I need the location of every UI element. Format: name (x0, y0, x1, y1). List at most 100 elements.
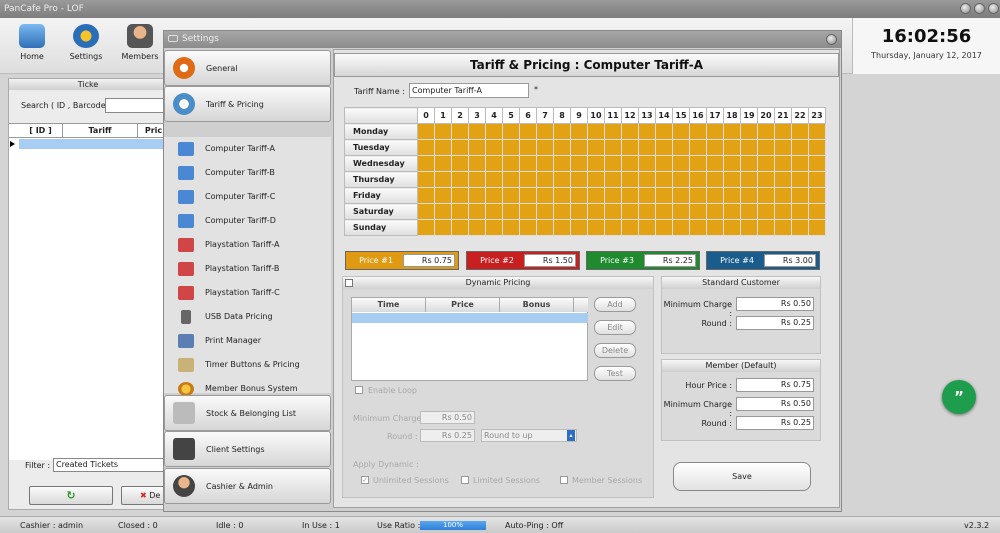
hour-header[interactable]: 9 (570, 107, 588, 124)
schedule-cell[interactable] (451, 203, 469, 220)
schedule-cell[interactable] (808, 171, 826, 188)
price-3-input[interactable]: Rs 2.25 (644, 254, 696, 267)
schedule-cell[interactable] (655, 187, 673, 204)
schedule-cell[interactable] (774, 171, 792, 188)
schedule-cell[interactable] (519, 123, 537, 140)
member-round-input[interactable]: Rs 0.25 (736, 416, 814, 430)
hour-header[interactable]: 2 (451, 107, 469, 124)
minimize-button[interactable] (960, 3, 971, 14)
schedule-cell[interactable] (434, 203, 452, 220)
close-button[interactable] (988, 3, 999, 14)
schedule-cell[interactable] (468, 139, 486, 156)
schedule-cell[interactable] (689, 187, 707, 204)
schedule-cell[interactable] (434, 171, 452, 188)
schedule-cell[interactable] (672, 219, 690, 236)
schedule-cell[interactable] (468, 155, 486, 172)
schedule-cell[interactable] (502, 219, 520, 236)
schedule-cell[interactable] (451, 123, 469, 140)
schedule-cell[interactable] (570, 219, 588, 236)
schedule-cell[interactable] (808, 187, 826, 204)
schedule-cell[interactable] (451, 139, 469, 156)
schedule-cell[interactable] (417, 123, 435, 140)
schedule-cell[interactable] (621, 187, 639, 204)
schedule-cell[interactable] (417, 155, 435, 172)
hour-header[interactable]: 12 (621, 107, 639, 124)
schedule-cell[interactable] (451, 219, 469, 236)
schedule-cell[interactable] (638, 139, 656, 156)
delete-ticket-button[interactable]: ✖ De (121, 486, 169, 505)
schedule-cell[interactable] (757, 219, 775, 236)
schedule-cell[interactable] (485, 171, 503, 188)
schedule-cell[interactable] (570, 155, 588, 172)
schedule-cell[interactable] (723, 155, 741, 172)
price-2-box[interactable]: Price #2 Rs 1.50 (466, 251, 580, 270)
schedule-cell[interactable] (570, 123, 588, 140)
tickets-table[interactable] (9, 138, 169, 460)
hour-header[interactable]: 8 (553, 107, 571, 124)
schedule-cell[interactable] (791, 203, 809, 220)
schedule-cell[interactable] (621, 171, 639, 188)
schedule-cell[interactable] (468, 123, 486, 140)
column-tariff[interactable]: Tariff (63, 124, 138, 138)
day-label[interactable]: Sunday (344, 219, 418, 236)
schedule-cell[interactable] (553, 139, 571, 156)
hour-header[interactable]: 17 (706, 107, 724, 124)
schedule-cell[interactable] (723, 203, 741, 220)
hour-header[interactable]: 10 (587, 107, 605, 124)
schedule-cell[interactable] (536, 203, 554, 220)
schedule-cell[interactable] (621, 155, 639, 172)
filter-select[interactable]: Created Tickets (53, 458, 169, 472)
schedule-cell[interactable] (570, 171, 588, 188)
sidebar-item-computer-tariff-d[interactable]: Computer Tariff-D (164, 209, 331, 233)
schedule-cell[interactable] (757, 155, 775, 172)
edit-button[interactable]: Edit (594, 320, 636, 335)
schedule-cell[interactable] (417, 139, 435, 156)
schedule-cell[interactable] (536, 171, 554, 188)
schedule-cell[interactable] (604, 123, 622, 140)
section-tariff-pricing[interactable]: Tariff & Pricing (164, 86, 331, 122)
schedule-cell[interactable] (808, 203, 826, 220)
schedule-cell[interactable] (808, 219, 826, 236)
table-row[interactable] (352, 313, 588, 323)
schedule-cell[interactable] (502, 203, 520, 220)
hour-header[interactable]: 3 (468, 107, 486, 124)
sidebar-item-playstation-tariff-a[interactable]: Playstation Tariff-A (164, 233, 331, 257)
column-time[interactable]: Time (352, 298, 426, 312)
schedule-cell[interactable] (468, 187, 486, 204)
schedule-cell[interactable] (587, 123, 605, 140)
schedule-cell[interactable] (723, 139, 741, 156)
schedule-cell[interactable] (451, 171, 469, 188)
schedule-cell[interactable] (774, 203, 792, 220)
schedule-cell[interactable] (621, 123, 639, 140)
schedule-cell[interactable] (485, 187, 503, 204)
delete-button[interactable]: Delete (594, 343, 636, 358)
schedule-cell[interactable] (502, 139, 520, 156)
schedule-cell[interactable] (706, 123, 724, 140)
schedule-cell[interactable] (655, 123, 673, 140)
schedule-cell[interactable] (757, 171, 775, 188)
schedule-cell[interactable] (638, 187, 656, 204)
schedule-cell[interactable] (655, 155, 673, 172)
schedule-cell[interactable] (604, 155, 622, 172)
schedule-cell[interactable] (519, 139, 537, 156)
unlimited-sessions-checkbox[interactable]: ✓ (361, 476, 369, 484)
schedule-cell[interactable] (587, 219, 605, 236)
schedule-cell[interactable] (740, 171, 758, 188)
schedule-cell[interactable] (723, 219, 741, 236)
spinner-icon[interactable]: ▴ (567, 430, 575, 441)
sidebar-item-timer-buttons[interactable]: Timer Buttons & Pricing (164, 353, 331, 377)
schedule-cell[interactable] (417, 171, 435, 188)
schedule-cell[interactable] (689, 219, 707, 236)
schedule-cell[interactable] (621, 219, 639, 236)
sidebar-item-computer-tariff-c[interactable]: Computer Tariff-C (164, 185, 331, 209)
schedule-cell[interactable] (621, 203, 639, 220)
schedule-cell[interactable] (774, 155, 792, 172)
schedule-cell[interactable] (587, 155, 605, 172)
tariff-name-input[interactable]: Computer Tariff-A (409, 83, 529, 98)
column-bonus[interactable]: Bonus (500, 298, 574, 312)
hour-header[interactable]: 16 (689, 107, 707, 124)
schedule-cell[interactable] (553, 187, 571, 204)
schedule-cell[interactable] (655, 219, 673, 236)
sidebar-item-computer-tariff-b[interactable]: Computer Tariff-B (164, 161, 331, 185)
schedule-cell[interactable] (519, 171, 537, 188)
